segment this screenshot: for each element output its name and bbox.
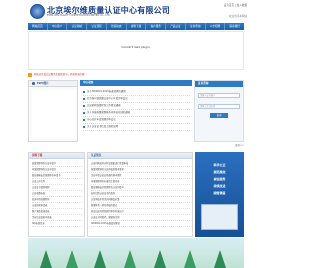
slogan-line: 持续改进 <box>213 184 226 188</box>
slogan-image <box>201 204 238 230</box>
top-links[interactable]: 设为首页 | 加入收藏 <box>224 4 247 7</box>
slogan-line: 顾客满意 <box>213 191 226 195</box>
news-link[interactable]: 关于开展质量管理体系内审员培训的通知 <box>87 111 130 115</box>
bullet-icon <box>83 105 85 107</box>
list-item[interactable]: ISO9001:2015标准变化解读 <box>91 221 190 227</box>
news-link[interactable]: 关于认证证书信息上报的说明 <box>87 125 118 129</box>
knowledge-list: 认证机构如何对获证组织进行监督审核 质量管理体系认证审核的基本要求 企业申请认证… <box>88 159 192 227</box>
news-link[interactable]: 北京埃尔维质量认证中心年度评审会议 <box>87 97 128 101</box>
company-name-input[interactable]: 请输入企业名称 <box>198 104 240 109</box>
nav-item-cert-search[interactable]: 证书查询 <box>186 23 206 30</box>
news-link[interactable]: 中心召开年度管理评审会议 <box>87 118 116 122</box>
nav-item-contact[interactable]: 联系我们 <box>225 23 244 30</box>
search-button[interactable]: 查询 <box>210 113 228 118</box>
knowledge-panel: 认证知识 认证机构如何对获证组织进行监督审核 质量管理体系认证审核的基本要求 企… <box>87 152 193 237</box>
list-item[interactable]: ISO标准目录 <box>32 221 82 227</box>
more-link[interactable]: 更多>> <box>150 144 244 150</box>
company-logo[interactable] <box>30 4 45 19</box>
tree-icon <box>154 250 166 268</box>
nav-item-about[interactable]: 中心简介 <box>48 23 68 30</box>
speaker-icon <box>28 73 32 77</box>
bullet-icon <box>83 91 85 93</box>
bullet-icon <box>32 82 35 85</box>
flash-banner[interactable]: Couldn't load plugin. <box>28 31 244 70</box>
plugin-error-message: Couldn't load plugin. <box>121 45 151 49</box>
list-item[interactable]: 认证机构监督检查工作情况通报 <box>83 103 190 110</box>
certificate-search-panel: 证书查询 请输入证书编号 请输入企业名称 查询 <box>194 80 244 142</box>
main-nav: 网站首页 中心简介 认证领域 认证流程 新闻动态 资料下载 客户服务 产品认证 … <box>28 23 244 30</box>
nav-item-news[interactable]: 新闻动态 <box>107 23 127 30</box>
bullet-icon <box>83 126 85 128</box>
bullet-icon <box>83 98 85 100</box>
nav-item-service[interactable]: 客户服务 <box>146 23 167 30</box>
news-link[interactable]: 关于ISO9001:2015标准转换的通知 <box>87 90 126 94</box>
slogan-line: 科学公正 <box>213 163 226 167</box>
bullet-icon <box>83 119 85 121</box>
slogan-line: 规范高效 <box>213 170 226 174</box>
news-panel: 中心动态 关于ISO9001:2015标准转换的通知 北京埃尔维质量认证中心年度… <box>80 80 192 142</box>
nav-item-jobs[interactable]: 人才招聘 <box>206 23 226 30</box>
certificate-number-input[interactable]: 请输入证书编号 <box>198 93 240 98</box>
welcome-text: 欢迎访问本网站 <box>228 15 247 18</box>
nav-item-process[interactable]: 认证流程 <box>87 23 107 30</box>
tree-icon <box>66 250 78 268</box>
nav-item-fields[interactable]: 认证领域 <box>67 23 88 30</box>
nav-item-home[interactable]: 网站首页 <box>28 23 48 30</box>
image-panel-title-text: EWC图片 <box>37 81 49 85</box>
search-panel-title: 证书查询 <box>195 81 243 87</box>
tree-icon <box>184 250 196 268</box>
site-header: 北京埃尔维质量认证中心有限公司 EVER WIN QUALITY CERTIFI… <box>0 0 272 22</box>
list-item[interactable]: 关于认证证书信息上报的说明 <box>83 124 190 131</box>
slogan-panel: 科学公正 规范高效 诚信服务 持续改进 顾客满意 <box>195 152 244 237</box>
image-panel-title: EWC图片 <box>29 81 77 87</box>
page: 北京埃尔维质量认证中心有限公司 EVER WIN QUALITY CERTIFI… <box>0 0 272 268</box>
list-item[interactable]: 北京埃尔维质量认证中心年度评审会议 <box>83 96 190 103</box>
bullet-icon <box>83 112 85 114</box>
tree-icon <box>214 250 226 268</box>
news-link[interactable]: 认证机构监督检查工作情况通报 <box>87 104 120 108</box>
nav-item-downloads[interactable]: 资料下载 <box>127 23 147 30</box>
image-panel: EWC图片 <box>28 80 78 142</box>
site-subtitle: EVER WIN QUALITY CERTIFICATION CENTER CO… <box>47 14 111 17</box>
tree-icon <box>94 250 106 268</box>
tree-icon <box>40 250 52 268</box>
image-placeholder <box>32 90 76 138</box>
tree-icon <box>124 250 136 268</box>
downloads-list: 质量管理体系认证申请书 环境管理体系认证申请书 职业健康安全管理体系申请书 认证… <box>29 159 84 227</box>
footer-forest-banner <box>28 238 244 268</box>
notice-bar[interactable]: 网站业务及认证服务全面恢复中，欢迎咨询办理... <box>28 72 244 78</box>
slogan-line: 诚信服务 <box>213 177 226 181</box>
downloads-panel: 资料下载 质量管理体系认证申请书 环境管理体系认证申请书 职业健康安全管理体系申… <box>28 152 85 237</box>
list-item[interactable]: 关于开展质量管理体系内审员培训的通知 <box>83 110 190 117</box>
nav-item-product[interactable]: 产品认证 <box>166 23 186 30</box>
list-item[interactable]: 中心召开年度管理评审会议 <box>83 117 190 124</box>
notice-text: 网站业务及认证服务全面恢复中，欢迎咨询办理... <box>34 72 87 76</box>
news-list: 关于ISO9001:2015标准转换的通知 北京埃尔维质量认证中心年度评审会议 … <box>80 86 192 131</box>
list-item[interactable]: 关于ISO9001:2015标准转换的通知 <box>83 89 190 96</box>
